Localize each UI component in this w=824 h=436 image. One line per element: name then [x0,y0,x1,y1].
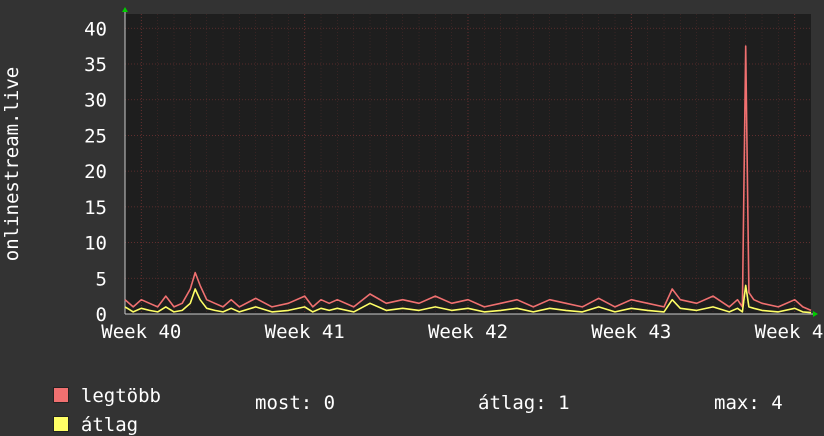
y-axis: 0510152025303540 [84,10,126,326]
y-tick-label: 20 [84,161,107,183]
x-tick-label: Week 41 [265,321,345,343]
y-tick-label: 15 [84,197,107,219]
legend-label-avg: átlag [80,414,139,436]
stat-avg: átlag: 1 [478,392,570,414]
y-axis-arrow [122,7,128,12]
x-tick-label: Week 40 [101,321,181,343]
y-tick-label: 5 [96,268,107,290]
y-tick-label: 40 [84,18,107,40]
legend-item-avg: átlag [30,392,138,436]
x-axis: Week 40 Week 41 Week 42 Week 43 Week 44 [101,313,824,343]
chart: 0510152025303540 Week 40 Week 41 Week 42 We… [1,7,824,343]
x-axis-arrow [813,311,818,317]
y-tick-label: 25 [84,125,107,147]
stat-max: max: 4 [714,392,783,414]
y-axis-label: onlinestream.live [1,67,23,261]
y-tick-label: 30 [84,90,107,112]
x-tick-label: Week 42 [428,321,508,343]
y-tick-label: 35 [84,54,107,76]
x-tick-label: Week 43 [591,321,671,343]
stat-now: most: 0 [255,392,336,414]
x-tick-label: Week 44 [755,321,824,343]
y-tick-label: 10 [84,233,107,255]
